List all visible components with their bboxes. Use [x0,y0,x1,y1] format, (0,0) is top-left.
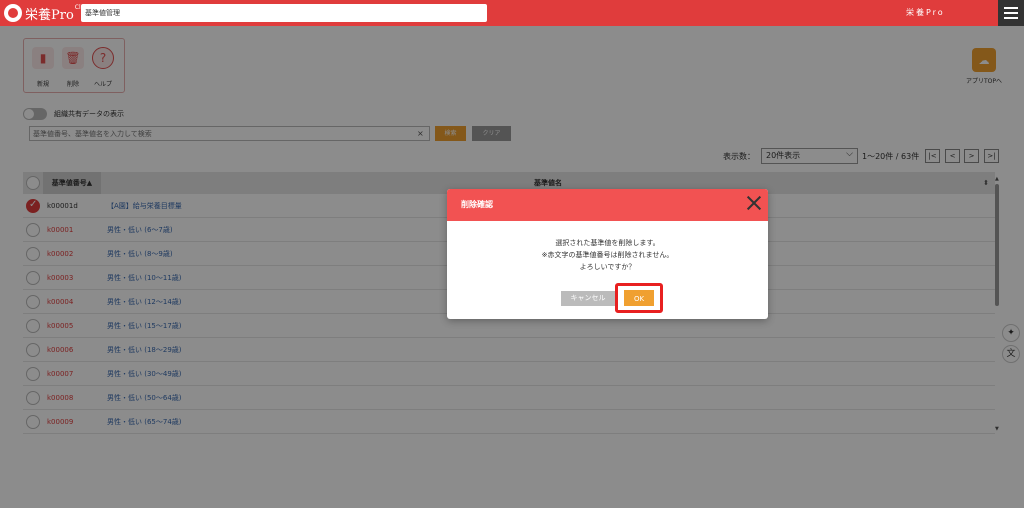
dialog-line-3: よろしいですか？ [579,263,636,271]
dialog-title: 削除確認 [461,200,493,209]
close-icon[interactable] [746,195,762,211]
dialog-header: 削除確認 [447,189,768,221]
logo-icon [4,4,22,22]
dialog-message: 選択された基準値を削除します。 ※赤文字の基準値番号は削除されません。 よろしい… [447,237,768,273]
logo-text: 栄養Pro [25,7,74,23]
app-logo[interactable]: 栄養Pro Cloud [4,3,92,23]
delete-confirm-dialog: 削除確認 選択された基準値を削除します。 ※赤文字の基準値番号は削除されません。… [447,189,768,319]
cancel-button[interactable]: キャンセル [561,291,615,306]
dialog-line-1: 選択された基準値を削除します。 [555,239,660,247]
user-name[interactable]: 栄養Pro [906,0,945,26]
dialog-line-2: ※赤文字の基準値番号は削除されません。 [541,251,674,259]
app-header: 栄養Pro Cloud 基準値管理 栄養Pro [0,0,1024,26]
ok-button[interactable]: OK [623,289,655,307]
page-title: 基準値管理 [81,4,487,22]
menu-icon[interactable] [998,0,1024,26]
